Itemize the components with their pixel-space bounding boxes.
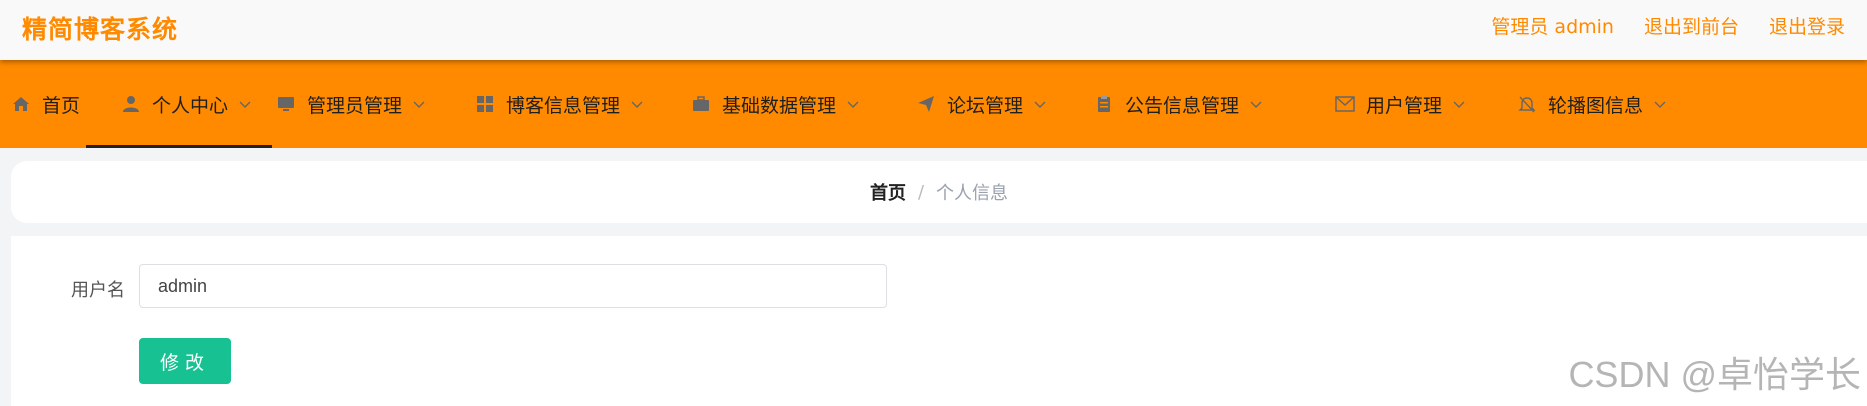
chevron-down-icon [846, 97, 860, 111]
nav-item-blog-management[interactable]: 博客信息管理 [474, 60, 644, 148]
bell-off-icon [1516, 93, 1538, 115]
chevron-down-icon [630, 97, 644, 111]
user-icon [120, 93, 142, 115]
nav-item-label: 用户管理 [1366, 94, 1443, 117]
chevron-down-icon [1033, 97, 1047, 111]
chevron-down-icon [412, 97, 426, 111]
nav-item-label: 论坛管理 [947, 94, 1024, 117]
nav-item-home[interactable]: 首页 [10, 60, 80, 148]
mail-icon [1334, 93, 1356, 115]
chevron-down-icon [238, 97, 252, 111]
modify-button[interactable]: 修改 [139, 338, 231, 384]
nav-item-label: 公告信息管理 [1125, 94, 1240, 117]
nav-item-personal-center[interactable]: 个人中心 [85, 60, 273, 148]
breadcrumb: 首页 / 个人信息 [11, 161, 1867, 223]
chevron-down-icon [1452, 97, 1466, 111]
chevron-down-icon [1249, 97, 1263, 111]
clipboard-icon [1093, 93, 1115, 115]
nav-item-label: 首页 [42, 94, 81, 117]
nav-item-label: 个人中心 [152, 94, 229, 117]
username-input[interactable] [139, 264, 887, 308]
nav-item-label: 轮播图信息 [1548, 94, 1644, 117]
top-header: 精简博客系统 管理员 admin 退出到前台 退出登录 [0, 0, 1867, 60]
suitcase-icon [690, 93, 712, 115]
username-label: 用户名 [71, 280, 125, 301]
watermark: CSDN @卓怡学长 [1568, 354, 1861, 395]
nav-item-user-management[interactable]: 用户管理 [1334, 60, 1466, 148]
back-to-frontend-link[interactable]: 退出到前台 [1644, 12, 1739, 39]
breadcrumb-home[interactable]: 首页 [870, 179, 906, 205]
nav-item-notice-management[interactable]: 公告信息管理 [1093, 60, 1263, 148]
nav-item-admin-management[interactable]: 管理员管理 [275, 60, 426, 148]
nav-item-base-data-management[interactable]: 基础数据管理 [690, 60, 860, 148]
admin-user-label[interactable]: 管理员 admin [1491, 12, 1614, 39]
home-icon [10, 93, 32, 115]
app-title: 精简博客系统 [22, 15, 179, 44]
breadcrumb-separator: / [917, 181, 925, 203]
grid-icon [474, 93, 496, 115]
logout-link[interactable]: 退出登录 [1769, 12, 1845, 39]
nav-item-carousel-info[interactable]: 轮播图信息 [1516, 60, 1667, 148]
nav-item-label: 博客信息管理 [506, 94, 621, 117]
nav-item-label: 管理员管理 [307, 94, 403, 117]
chevron-down-icon [1653, 97, 1667, 111]
nav-item-label: 基础数据管理 [722, 94, 837, 117]
breadcrumb-current: 个人信息 [936, 183, 1009, 204]
header-links: 管理员 admin 退出到前台 退出登录 [1491, 12, 1845, 39]
monitor-icon [275, 93, 297, 115]
nav-item-forum-management[interactable]: 论坛管理 [915, 60, 1047, 148]
send-icon [915, 93, 937, 115]
main-nav-bar: 首页 个人中心 管理员管理 博客信息管理 基础数据管理 论坛管理 公告信息管理 … [0, 60, 1867, 148]
